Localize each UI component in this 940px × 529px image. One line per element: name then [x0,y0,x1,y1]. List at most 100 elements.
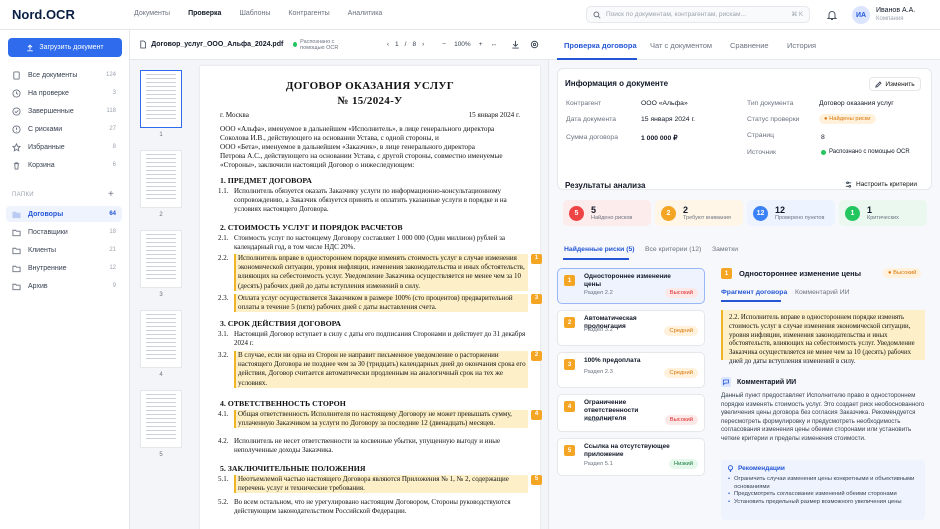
recommendation-item: Предусмотреть согласование изменений обе… [727,491,919,499]
section-title: 1. ПРЕДМЕТ ДОГОВОРА [220,176,312,185]
status-badge-text: Найдены риски [829,116,871,122]
clause-highlighted[interactable]: 5.1. Неотъемлемой частью настоящего Догов… [218,475,542,494]
sidebar-item-in-review[interactable]: На проверке 3 [6,85,122,101]
prev-page-icon[interactable]: ‹ [387,41,389,48]
risk-marker[interactable]: 3 [531,294,542,304]
page-thumbnail[interactable] [140,70,182,128]
zoom-level[interactable]: 100% [454,41,471,48]
page-thumbnail[interactable] [140,310,182,368]
risk-marker[interactable]: 5 [531,475,542,485]
avatar[interactable]: ИА [852,6,870,24]
search-input[interactable]: Поиск по документам, контрагентам, риска… [586,6,810,23]
tab-fragment[interactable]: Фрагмент договора [721,289,787,296]
clause-number: 5.2. [218,498,229,506]
ocr-status: Распознано с помощью OCR [293,39,357,51]
page-thumbnail[interactable] [140,390,182,448]
clause: 1.1. Исполнитель обязуется оказать Заказч… [218,187,528,215]
sidebar-item-trash[interactable]: Корзина 6 [6,157,122,173]
tab-history[interactable]: История [787,41,816,50]
clause-highlighted[interactable]: 4.1. Общая ответственность Исполнителя по… [218,410,542,429]
sidebar-item-completed[interactable]: Завершенные 118 [6,103,122,119]
issue-item[interactable]: 4 Ограничение ответственности исполнител… [557,394,705,432]
tab-found-risks[interactable]: Найденные риски (5) [564,246,635,253]
add-folder-icon[interactable]: + [108,189,114,200]
search-shortcut: ⌘ K [791,12,803,18]
tab-notes[interactable]: Заметки [712,246,738,253]
folder-icon [12,229,21,236]
tab-all-criteria[interactable]: Все критерии (12) [645,246,701,253]
section-title: 3. СРОК ДЕЙСТВИЯ ДОГОВОРА [220,319,342,328]
page-thumbnail[interactable] [140,150,182,208]
stat-attention[interactable]: 2 2 Требуют внимания [655,200,743,226]
folder-icon [12,211,21,218]
risk-marker[interactable]: 1 [531,254,542,264]
folder-clients[interactable]: Клиенты 21 [6,242,122,258]
risk-marker[interactable]: 4 [531,410,542,420]
tab-ai-comment[interactable]: Комментарий ИИ [795,289,849,296]
download-icon[interactable] [511,40,520,49]
zoom-out-icon[interactable]: − [442,41,446,48]
upload-button[interactable]: Загрузить документ [8,38,122,57]
folder-archive[interactable]: Архив 9 [6,278,122,294]
nav-analytics[interactable]: Аналитика [348,10,383,17]
zoom-in-icon[interactable]: + [479,41,483,48]
folder-label: Внутренние [28,264,67,272]
app-logo[interactable]: Nord.OCR [12,7,75,22]
clause-highlighted[interactable]: 2.2. Исполнитель вправе в одностороннем п… [218,254,542,291]
sidebar-item-risks[interactable]: С рисками 27 [6,121,122,137]
clause-text: Исполнитель не несет ответственности за … [234,437,501,455]
document-city: г. Москва [220,111,249,119]
clause-highlighted[interactable]: 2.3. Оплата услуг осуществляется Заказчик… [218,294,542,313]
folder-label: Договоры [28,210,64,218]
configure-criteria-button[interactable]: Настроить критерии [845,181,917,188]
clause-highlighted[interactable]: 3.2. В случае, если ни одна из Сторон не … [218,351,542,388]
tab-chat[interactable]: Чат с документом [650,41,712,50]
folder-internal[interactable]: Внутренние 12 [6,260,122,276]
folder-suppliers[interactable]: Поставщики 18 [6,224,122,240]
tab-contract-review[interactable]: Проверка договора [564,41,637,50]
recommendations-header: Рекомендации [727,465,919,472]
stat-risks-found[interactable]: 5 5 Найдено рисков [563,200,651,226]
folder-count: 18 [109,229,116,235]
top-bar: Nord.OCR Документы Проверка Шаблоны Конт… [0,0,940,30]
contract-fragment: 2.2. Исполнитель вправе в одностороннем … [721,310,925,365]
stat-value: 12 [775,205,786,215]
stat-checked[interactable]: 12 12 Проверено пунктов [747,200,835,226]
next-page-icon[interactable]: › [422,41,424,48]
info-key: Источник [747,149,777,156]
nav-counterparties[interactable]: Контрагенты [288,10,329,17]
sidebar-item-count: 27 [109,126,116,132]
nav-templates[interactable]: Шаблоны [239,10,270,17]
check-circle-icon [12,106,21,116]
nav-review[interactable]: Проверка [188,10,221,17]
upload-icon [27,44,34,51]
sidebar-item-favorites[interactable]: Избранные 8 [6,139,122,155]
sidebar-item-label: Все документы [28,71,78,79]
fit-width-icon[interactable]: ↔ [491,41,498,48]
folder-contracts[interactable]: Договоры 64 [6,206,122,222]
page-thumbnail[interactable] [140,230,182,288]
edit-button[interactable]: Изменить [869,77,921,91]
info-key: Сумма договора [566,134,618,141]
settings-icon[interactable] [530,40,539,49]
clause-number: 5.1. [218,475,229,483]
issue-item[interactable]: 3 100% предоплата Раздел 2.3 Средний [557,352,705,388]
folders-header: ПАПКИ [12,192,34,198]
bell-icon[interactable] [826,9,838,21]
page-current[interactable]: 1 [395,41,399,48]
sidebar-item-count: 3 [112,90,116,96]
folder-count: 64 [109,211,116,217]
sidebar-item-all[interactable]: Все документы 124 [6,67,122,83]
tab-compare[interactable]: Сравнение [730,41,769,50]
issue-item[interactable]: 1 Одностороннее изменение цены Раздел 2.… [557,268,705,304]
issue-title: Одностороннее изменение цены [584,273,671,288]
risk-marker[interactable]: 2 [531,351,542,361]
issue-item[interactable]: 2 Автоматическая пролонгация Раздел 3.2 … [557,310,705,346]
issue-item[interactable]: 5 Ссылка на отсутствующее приложение Раз… [557,438,705,476]
sidebar-item-count: 8 [112,144,116,150]
severity-badge: Средний [664,368,698,378]
issue-number: 3 [564,359,575,370]
stat-critical[interactable]: 1 1 Критических [839,200,927,226]
nav-documents[interactable]: Документы [134,10,170,17]
issue-number: 1 [721,268,732,279]
